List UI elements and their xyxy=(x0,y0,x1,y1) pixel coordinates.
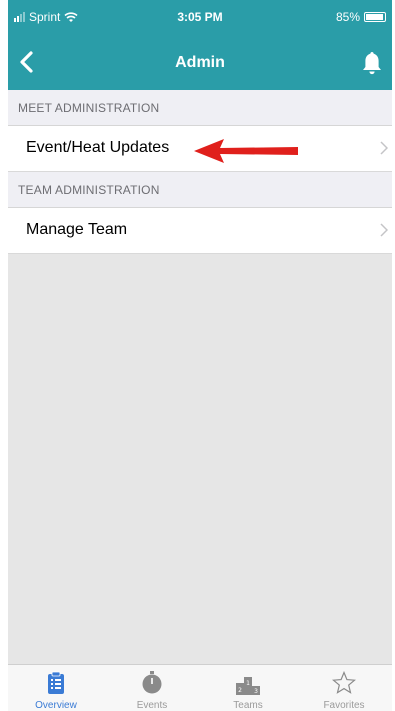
tab-teams[interactable]: 2 1 3 Teams xyxy=(200,665,296,711)
section-header-label: MEET ADMINISTRATION xyxy=(18,101,160,115)
tab-events[interactable]: Events xyxy=(104,665,200,711)
list-row-manage-team[interactable]: Manage Team xyxy=(8,208,392,254)
tab-label: Events xyxy=(136,700,168,711)
stopwatch-icon xyxy=(142,671,162,694)
clipboard-icon xyxy=(48,671,64,694)
section-header-label: TEAM ADMINISTRATION xyxy=(18,183,160,197)
tab-label: Favorites xyxy=(323,700,365,711)
svg-text:2: 2 xyxy=(238,687,242,694)
chevron-right-icon xyxy=(380,223,388,237)
tab-favorites[interactable]: Favorites xyxy=(296,665,392,711)
svg-text:3: 3 xyxy=(254,688,258,695)
nav-bar: Admin xyxy=(8,34,392,90)
star-icon xyxy=(332,671,356,694)
status-time: 3:05 PM xyxy=(177,10,223,24)
tab-label: Teams xyxy=(233,700,263,711)
svg-text:1: 1 xyxy=(246,680,250,687)
section-header-team: TEAM ADMINISTRATION xyxy=(8,172,392,208)
tab-overview[interactable]: Overview xyxy=(8,665,104,711)
row-label: Manage Team xyxy=(26,221,128,238)
page-title: Admin xyxy=(175,54,225,71)
status-right: 85% xyxy=(336,10,386,24)
tab-bar: Overview Events 2 1 3 Teams Favorites xyxy=(8,664,392,711)
battery-percent: 85% xyxy=(335,10,360,24)
row-label: Event/Heat Updates xyxy=(26,139,170,156)
bell-icon[interactable] xyxy=(360,50,384,76)
battery-icon xyxy=(364,12,386,22)
chevron-right-icon xyxy=(380,141,388,155)
section-header-meet: MEET ADMINISTRATION xyxy=(8,90,392,126)
red-arrow-icon xyxy=(194,139,298,163)
podium-icon: 2 1 3 xyxy=(236,677,260,695)
app-screen: Sprint 3:05 PM 85% Admin MEET ADMINISTRA… xyxy=(8,0,392,711)
status-bar: Sprint 3:05 PM 85% xyxy=(8,0,392,34)
tab-label: Overview xyxy=(35,700,77,711)
